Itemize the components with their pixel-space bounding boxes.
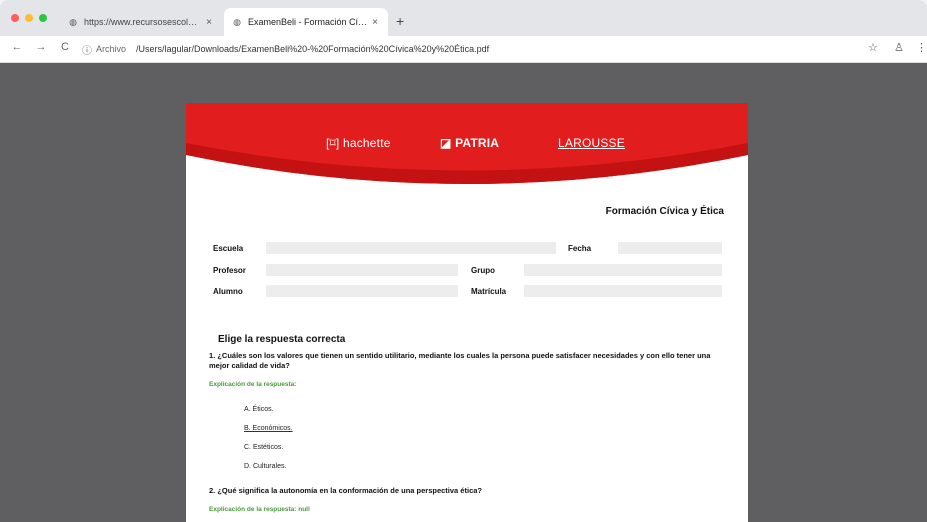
globe-icon: ◍	[69, 17, 77, 27]
hachette-logo-mark: [⌑]	[326, 136, 340, 150]
new-tab-button[interactable]: +	[396, 14, 404, 28]
grupo-field[interactable]	[524, 264, 722, 276]
patria-logo-text: PATRIA	[455, 136, 500, 150]
pdf-viewer[interactable]: [⌑] hachette ◪ PATRIA LAROUSSE Formación…	[0, 63, 927, 522]
option-a: A. Éticos.	[244, 406, 274, 413]
patria-logo: ◪ PATRIA	[440, 136, 499, 150]
address-bar[interactable]: ⓘ Archivo /Users/lagular/Downloads/Exame…	[82, 40, 852, 58]
minimize-window-button[interactable]	[25, 14, 33, 22]
option-d: D. Culturales.	[244, 463, 287, 470]
zoom-window-button[interactable]	[39, 14, 47, 22]
browser-window: ◍ https://www.recursosescolares... × ◍ E…	[0, 0, 927, 522]
window-controls	[11, 14, 47, 22]
matricula-label: Matrícula	[471, 287, 507, 296]
tab-bar: ◍ https://www.recursosescolares... × ◍ E…	[0, 0, 927, 36]
reload-button[interactable]: C	[58, 41, 72, 53]
address-toolbar: ← → C ⓘ Archivo /Users/lagular/Downloads…	[0, 36, 927, 63]
larousse-logo: LAROUSSE	[558, 136, 625, 150]
tab-examen[interactable]: ◍ ExamenBeli - Formación Cívica... ×	[224, 8, 388, 36]
address-scheme-label: Archivo	[96, 44, 127, 54]
escuela-field[interactable]	[266, 242, 556, 254]
question-2-hint: Explicación de la respuesta: null	[209, 506, 310, 513]
forward-button[interactable]: →	[34, 41, 48, 53]
option-b: B. Económicos.	[244, 425, 293, 432]
option-c: C. Estéticos.	[244, 444, 284, 451]
question-1-hint: Explicación de la respuesta:	[209, 381, 297, 388]
profesor-label: Profesor	[213, 266, 246, 275]
back-button[interactable]: ←	[10, 41, 24, 53]
hachette-logo: [⌑] hachette	[326, 136, 391, 150]
fecha-field[interactable]	[618, 242, 722, 254]
alumno-field[interactable]	[266, 285, 458, 297]
bookmark-star-icon[interactable]: ☆	[868, 41, 878, 54]
matricula-field[interactable]	[524, 285, 722, 297]
menu-icon[interactable]: ⋮	[916, 41, 927, 54]
close-window-button[interactable]	[11, 14, 19, 22]
tab-title: ExamenBeli - Formación Cívica...	[248, 17, 368, 27]
pdf-page: [⌑] hachette ◪ PATRIA LAROUSSE Formación…	[186, 103, 748, 522]
globe-icon: ◍	[233, 17, 241, 27]
close-tab-icon[interactable]: ×	[202, 17, 216, 28]
info-icon[interactable]: ⓘ	[82, 42, 92, 57]
question-2: 2. ¿Qué significa la autonomía en la con…	[209, 486, 482, 495]
tab-recursos[interactable]: ◍ https://www.recursosescolares... ×	[60, 8, 222, 36]
address-url[interactable]: /Users/lagular/Downloads/ExamenBeli%20-%…	[136, 44, 489, 54]
grupo-label: Grupo	[471, 266, 495, 275]
hachette-logo-text: hachette	[342, 136, 391, 150]
subject-title: Formación Cívica y Ética	[605, 206, 724, 217]
question-1: 1. ¿Cuáles son los valores que tienen un…	[209, 351, 711, 370]
patria-logo-mark: ◪	[440, 136, 452, 150]
tab-title: https://www.recursosescolares...	[84, 17, 202, 27]
alumno-label: Alumno	[213, 287, 243, 296]
fecha-label: Fecha	[568, 244, 592, 253]
profile-icon[interactable]: ♙	[894, 41, 904, 54]
close-tab-icon[interactable]: ×	[368, 17, 382, 28]
profesor-field[interactable]	[266, 264, 458, 276]
section-title: Elige la respuesta correcta	[218, 334, 346, 345]
escuela-label: Escuela	[213, 244, 244, 253]
